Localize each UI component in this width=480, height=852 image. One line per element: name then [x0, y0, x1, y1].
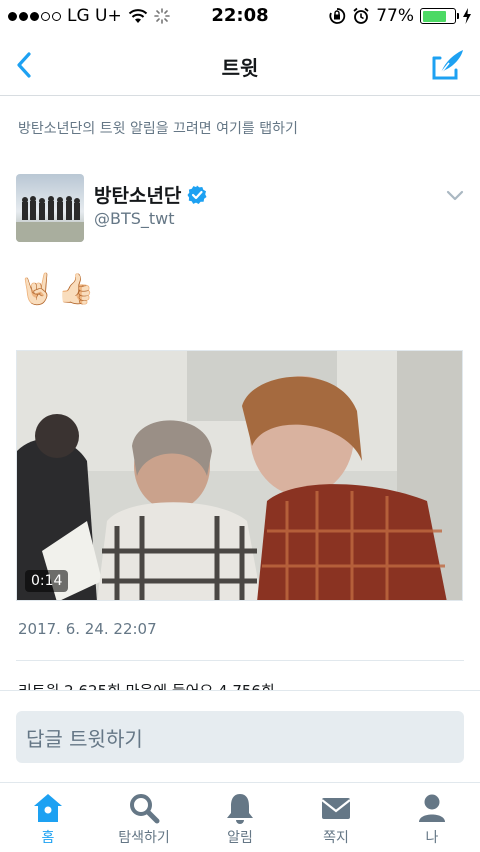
page-title: 트윗 — [221, 56, 259, 80]
tab-messages-label: 쪽지 — [323, 830, 349, 846]
tab-home-label: 홈 — [41, 830, 55, 846]
tab-notifications[interactable]: 알림 — [192, 783, 288, 852]
tab-bar: 홈 탐색하기 알림 쪽지 나 — [0, 782, 480, 852]
video-duration-badge: 0:14 — [25, 570, 69, 592]
nav-bar: 트윗 — [0, 36, 480, 96]
tweet-text: 🤘🏻👍🏻 — [18, 272, 97, 307]
author-name[interactable]: 방탄소년단 — [94, 181, 207, 208]
avatar-image — [16, 174, 84, 242]
video-thumbnail — [17, 351, 462, 600]
author-name-label: 방탄소년단 — [94, 185, 182, 207]
home-icon — [34, 794, 62, 822]
charging-icon — [463, 8, 471, 24]
search-icon — [130, 794, 160, 824]
tab-me[interactable]: 나 — [384, 783, 480, 852]
tab-home[interactable]: 홈 — [0, 783, 96, 852]
reply-bar: 답글 트윗하기 — [0, 690, 480, 782]
compose-tweet-icon[interactable] — [430, 46, 466, 82]
rotation-lock-icon — [329, 8, 346, 24]
chevron-down-icon[interactable] — [446, 190, 464, 202]
tab-messages[interactable]: 쪽지 — [288, 783, 384, 852]
tab-explore[interactable]: 탐색하기 — [96, 783, 192, 852]
notification-hint-link[interactable]: 방탄소년단의 트윗 알림을 끄려면 여기를 탭하기 — [18, 118, 298, 138]
battery-level-fill — [422, 10, 447, 22]
alarm-icon — [353, 7, 369, 24]
tab-notifications-label: 알림 — [227, 830, 253, 846]
tweet-timestamp: 2017. 6. 24. 22:07 — [18, 620, 157, 638]
bell-icon — [227, 794, 253, 824]
status-bar: LG U+ 22:08 77% — [0, 0, 480, 36]
divider — [16, 660, 464, 661]
tweet-stats[interactable]: 리트윗 2,625회 마음에 들어요 4,756회 — [18, 680, 275, 690]
tab-explore-label: 탐색하기 — [118, 830, 170, 846]
status-right: 77% — [328, 6, 472, 26]
reply-input[interactable]: 답글 트윗하기 — [16, 711, 464, 763]
video-player[interactable]: 0:14 — [16, 350, 463, 601]
tab-me-label: 나 — [425, 830, 439, 846]
author-handle[interactable]: @BTS_twt — [94, 209, 175, 228]
battery-percent: 77% — [376, 6, 414, 26]
person-icon — [419, 794, 445, 822]
avatar[interactable] — [16, 174, 84, 242]
envelope-icon — [321, 798, 351, 819]
battery-icon — [420, 8, 459, 24]
verified-badge-icon — [187, 185, 207, 204]
